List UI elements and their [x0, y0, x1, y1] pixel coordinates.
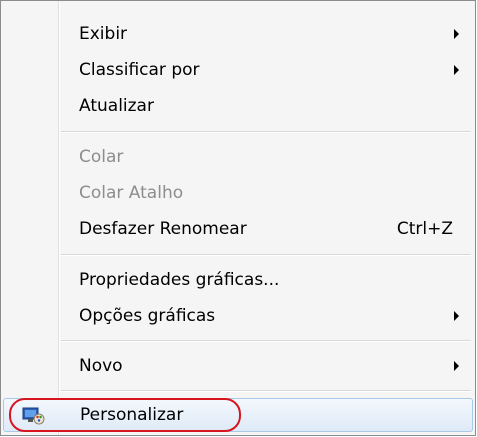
menu-separator	[61, 254, 471, 256]
menu-item-novo[interactable]: Novo	[3, 349, 473, 383]
menu-item-atualizar[interactable]: Atualizar	[3, 89, 473, 123]
submenu-arrow-icon	[454, 311, 459, 321]
menu-item-label: Exibir	[79, 24, 128, 44]
menu-separator	[61, 390, 471, 392]
menu-item-colar: Colar	[3, 140, 473, 174]
highlight-ring	[9, 398, 241, 432]
menu-item-label: Novo	[79, 356, 123, 376]
menu-item-label: Desfazer Renomear	[79, 219, 247, 239]
menu-item-shortcut: Ctrl+Z	[396, 219, 453, 239]
menu-item-propriedades-graficas[interactable]: Propriedades gráficas...	[3, 263, 473, 297]
submenu-arrow-icon	[454, 29, 459, 39]
menu-item-desfazer-renomear[interactable]: Desfazer Renomear Ctrl+Z	[3, 212, 473, 246]
menu-item-label: Atualizar	[79, 96, 154, 116]
menu-separator	[61, 131, 471, 133]
menu-item-colar-atalho: Colar Atalho	[3, 176, 473, 210]
menu-item-exibir[interactable]: Exibir	[3, 17, 473, 51]
menu-item-opcoes-graficas[interactable]: Opções gráficas	[3, 299, 473, 333]
menu-separator	[61, 340, 471, 342]
submenu-arrow-icon	[454, 361, 459, 371]
menu-item-label: Propriedades gráficas...	[79, 270, 280, 290]
desktop-context-menu: Exibir Classificar por Atualizar Colar C…	[0, 0, 476, 436]
menu-item-label: Opções gráficas	[79, 306, 216, 326]
submenu-arrow-icon	[454, 65, 459, 75]
menu-item-label: Colar Atalho	[79, 183, 184, 203]
menu-item-label: Colar	[79, 147, 124, 167]
menu-item-label: Classificar por	[79, 60, 200, 80]
menu-item-classificar-por[interactable]: Classificar por	[3, 53, 473, 87]
